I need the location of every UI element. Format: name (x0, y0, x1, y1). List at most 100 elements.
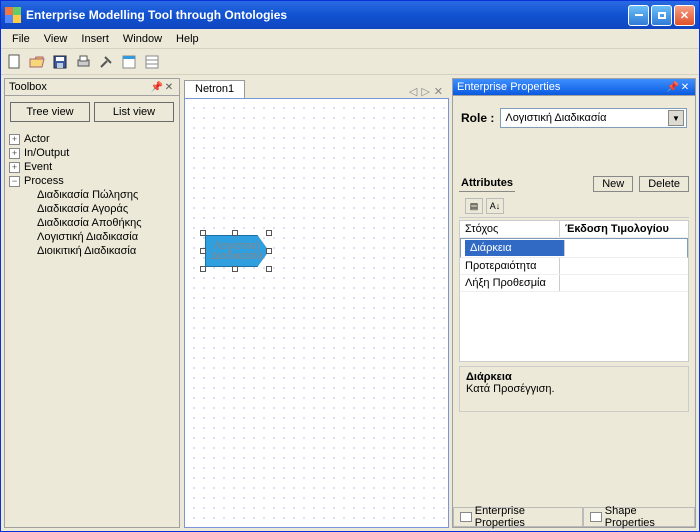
expand-icon[interactable]: + (9, 162, 20, 173)
resize-handle[interactable] (232, 266, 238, 272)
properties-title: Enterprise Properties 📌 ✕ (453, 79, 695, 96)
role-label: Role : (461, 111, 494, 125)
tree-event[interactable]: + Event (7, 160, 177, 174)
tools-icon[interactable] (97, 53, 115, 71)
chevron-down-icon: ▼ (668, 110, 684, 126)
resize-handle[interactable] (200, 266, 206, 272)
tree-inout[interactable]: +In/Output (7, 146, 177, 160)
description-box: Διάρκεια Κατά Προσέγγιση. (459, 366, 689, 412)
toolbox-title-text: Toolbox (9, 81, 151, 93)
tree-child[interactable]: Διαδικασία Πώλησης (7, 188, 177, 202)
tab-enterprise-props[interactable]: Enterprise Properties (453, 508, 583, 527)
tree-process[interactable]: −Process (7, 174, 177, 188)
tab-next-icon[interactable]: ▷ (421, 85, 429, 98)
titlebar: Enterprise Modelling Tool through Ontolo… (1, 1, 699, 29)
save-icon[interactable] (51, 53, 69, 71)
role-value: Λογιστική Διαδικασία (505, 112, 668, 124)
close-button[interactable]: ✕ (674, 5, 695, 26)
desc-text: Κατά Προσέγγιση. (466, 383, 555, 395)
props-icon (460, 512, 472, 522)
toolbox-panel: Toolbox 📌 ✕ Tree view List view + Actor +… (4, 78, 180, 528)
resize-handle[interactable] (266, 266, 272, 272)
attributes-label: Attributes (459, 177, 515, 192)
tab-shape-props[interactable]: Shape Properties (583, 508, 695, 527)
tree-label: Διαδικασία Αποθήκης (37, 217, 142, 229)
app-icon (5, 7, 21, 23)
app-window: Enterprise Modelling Tool through Ontolo… (0, 0, 700, 532)
attr-value[interactable] (560, 275, 688, 291)
attributes-header: Attributes New Delete (453, 176, 695, 195)
grid-row[interactable]: Διάρκεια (460, 238, 688, 258)
tree-label: Λογιστική Διαδικασία (37, 231, 138, 243)
tree-label: Διοικιτική Διαδικασία (37, 245, 136, 257)
process-shape[interactable]: Λογιστική Διαδικασία (205, 235, 269, 267)
resize-handle[interactable] (266, 248, 272, 254)
menu-insert[interactable]: Insert (74, 31, 116, 47)
close-icon[interactable]: ✕ (679, 81, 691, 93)
toolbar (1, 49, 699, 75)
role-select[interactable]: Λογιστική Διαδικασία ▼ (500, 108, 687, 128)
maximize-button[interactable] (651, 5, 672, 26)
attr-value[interactable]: Έκδοση Τιμολογίου (560, 221, 688, 237)
tree-view-button[interactable]: Tree view (10, 102, 90, 122)
grid-row[interactable]: Προτεραιότητα (460, 258, 688, 275)
open-icon[interactable] (28, 53, 46, 71)
props-icon (590, 512, 602, 522)
grid-row[interactable]: Λήξη Προθεσμία (460, 275, 688, 292)
grid-toolbar: ▤ A↓ (459, 195, 689, 218)
props-icon[interactable] (143, 53, 161, 71)
tab-close-icon[interactable]: ✕ (434, 85, 443, 98)
sort-icon[interactable]: A↓ (486, 198, 504, 214)
close-icon[interactable]: ✕ (163, 81, 175, 93)
tab-nav: ◁ ▷ ✕ (409, 85, 449, 98)
resize-handle[interactable] (232, 230, 238, 236)
tree-label: Διαδικασία Πώλησης (37, 189, 138, 201)
tree-label: Διαδικασία Αγοράς (37, 203, 128, 215)
role-row: Role : Λογιστική Διαδικασία ▼ (453, 96, 695, 136)
desc-name: Διάρκεια (466, 371, 682, 383)
new-button[interactable]: New (593, 176, 633, 192)
tree: + Actor +In/Output + Event −Process Διαδικ… (5, 128, 179, 527)
tab-label: Shape Properties (605, 505, 688, 529)
attr-value[interactable] (565, 246, 685, 250)
grid-row[interactable]: ΣτόχοςΈκδοση Τιμολογίου (460, 221, 688, 238)
categorized-icon[interactable]: ▤ (465, 198, 483, 214)
resize-handle[interactable] (266, 230, 272, 236)
attr-value[interactable] (560, 258, 688, 274)
resize-handle[interactable] (200, 248, 206, 254)
tree-child[interactable]: Διαδικασία Αγοράς (7, 202, 177, 216)
tree-actor[interactable]: + Actor (7, 132, 177, 146)
properties-title-text: Enterprise Properties (457, 81, 667, 93)
menu-window[interactable]: Window (116, 31, 169, 47)
minimize-button[interactable] (628, 5, 649, 26)
body: Toolbox 📌 ✕ Tree view List view + Actor +… (1, 75, 699, 531)
tree-label: Event (24, 161, 52, 173)
tree-child[interactable]: Διαδικασία Αποθήκης (7, 216, 177, 230)
menu-help[interactable]: Help (169, 31, 206, 47)
print-icon[interactable] (74, 53, 92, 71)
toolbox-tabs: Tree view List view (5, 96, 179, 128)
pin-icon[interactable]: 📌 (667, 81, 679, 93)
menu-view[interactable]: View (37, 31, 75, 47)
delete-button[interactable]: Delete (639, 176, 689, 192)
pin-icon[interactable]: 📌 (151, 81, 163, 93)
canvas[interactable]: Λογιστική Διαδικασία (184, 98, 449, 528)
doc-tab[interactable]: Netron1 (184, 80, 245, 98)
tab-label: Enterprise Properties (475, 505, 576, 529)
form-icon[interactable] (120, 53, 138, 71)
document-tabs: Netron1 ◁ ▷ ✕ (184, 78, 449, 98)
attr-name: Λήξη Προθεσμία (460, 275, 560, 291)
collapse-icon[interactable]: − (9, 176, 20, 187)
center: Netron1 ◁ ▷ ✕ Λογιστική Διαδικασία (184, 78, 449, 528)
tree-label: Actor (24, 133, 50, 145)
expand-icon[interactable]: + (9, 134, 20, 145)
list-view-button[interactable]: List view (94, 102, 174, 122)
tree-child[interactable]: Λογιστική Διαδικασία (7, 230, 177, 244)
menu-file[interactable]: File (5, 31, 37, 47)
expand-icon[interactable]: + (9, 148, 20, 159)
tab-prev-icon[interactable]: ◁ (409, 85, 417, 98)
tree-child[interactable]: Διοικιτική Διαδικασία (7, 244, 177, 258)
resize-handle[interactable] (200, 230, 206, 236)
bottom-tabs: Enterprise Properties Shape Properties (453, 507, 695, 527)
new-icon[interactable] (5, 53, 23, 71)
